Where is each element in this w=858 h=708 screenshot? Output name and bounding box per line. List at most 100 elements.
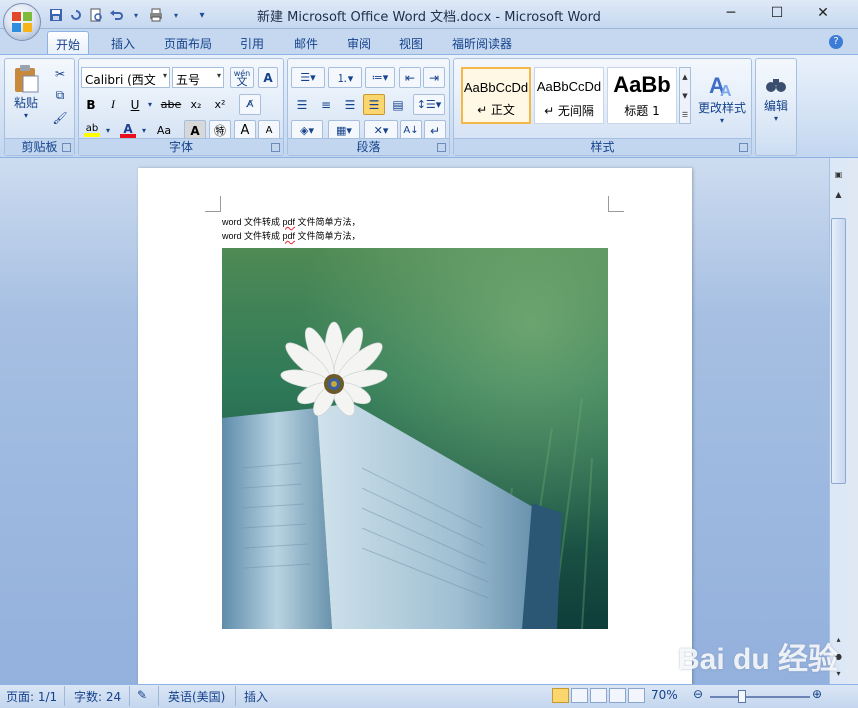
bullets-icon[interactable]: ☰▾ bbox=[291, 67, 325, 88]
print-preview-icon[interactable] bbox=[88, 7, 104, 23]
style-normal[interactable]: AaBbCcDd ↵ 正文 bbox=[461, 67, 531, 124]
align-center-icon[interactable]: ≡ bbox=[315, 94, 337, 115]
print-layout-view-icon[interactable] bbox=[552, 688, 569, 703]
scroll-down-page-icon[interactable]: ▾ bbox=[832, 667, 845, 680]
font-launcher-icon[interactable] bbox=[271, 143, 280, 152]
zoom-level[interactable]: 70% bbox=[651, 688, 678, 702]
scrollbar-thumb[interactable] bbox=[831, 218, 846, 484]
tab-mailings[interactable]: 邮件 bbox=[286, 31, 326, 54]
print-icon[interactable] bbox=[148, 7, 164, 23]
margin-corner-top-right bbox=[608, 196, 624, 212]
scroll-up-page-icon[interactable]: ▴ bbox=[832, 633, 845, 646]
document-page[interactable]: word 文件转成 pdf 文件简单方法， word 文件转成 pdf 文件简单… bbox=[138, 168, 692, 688]
status-bar: 页面: 1/1 字数: 24 ✎ 英语(美国) 插入 70% ⊖ ⊕ bbox=[0, 684, 858, 708]
increase-indent-icon[interactable]: ⇥ bbox=[423, 67, 445, 88]
clipboard-launcher-icon[interactable] bbox=[62, 143, 71, 152]
underline-button[interactable]: U bbox=[125, 94, 145, 115]
styles-group: AaBbCcDd ↵ 正文 AaBbCcDd ↵ 无间隔 AaBb 标题 1 ▲… bbox=[453, 58, 752, 156]
document-text-line[interactable]: word 文件转成 pdf 文件简单方法， bbox=[222, 229, 361, 242]
save-icon[interactable] bbox=[48, 7, 64, 23]
distributed-icon[interactable]: ▤ bbox=[387, 94, 409, 115]
proofing-icon[interactable]: ✎ bbox=[137, 688, 147, 702]
tab-references[interactable]: 引用 bbox=[232, 31, 272, 54]
tab-view[interactable]: 视图 bbox=[391, 31, 431, 54]
numbering-icon[interactable]: ⒈▾ bbox=[328, 67, 362, 88]
editing-dropdown-icon: ▾ bbox=[773, 114, 778, 123]
style-no-spacing[interactable]: AaBbCcDd ↵ 无间隔 bbox=[534, 67, 604, 124]
customize-qat-icon[interactable]: ▾ bbox=[194, 7, 210, 23]
margin-corner-top-left bbox=[205, 196, 221, 212]
phonetic-guide-button[interactable]: wén 文 bbox=[230, 67, 254, 88]
style-no-spacing-name: ↵ 无间隔 bbox=[544, 104, 594, 118]
language-indicator[interactable]: 英语(美国) bbox=[168, 688, 225, 705]
tab-home[interactable]: 开始 bbox=[47, 31, 90, 54]
change-styles-button[interactable]: AA 更改样式 ▾ bbox=[695, 65, 749, 131]
close-button[interactable]: ✕ bbox=[808, 2, 838, 24]
full-screen-reading-view-icon[interactable] bbox=[571, 688, 588, 703]
web-layout-view-icon[interactable] bbox=[590, 688, 607, 703]
decrease-indent-icon[interactable]: ⇤ bbox=[399, 67, 421, 88]
style-normal-sample: AaBbCcDd bbox=[463, 80, 529, 95]
bold-button[interactable]: B bbox=[81, 94, 101, 115]
zoom-slider-track[interactable] bbox=[710, 696, 810, 698]
styles-scroll[interactable]: ▲ ▼ ☰ bbox=[679, 67, 691, 124]
align-left-icon[interactable]: ☰ bbox=[291, 94, 313, 115]
paste-button[interactable]: 粘贴 ▾ bbox=[7, 61, 45, 123]
vertical-scrollbar[interactable]: ▣ ▲ ▴ ● ▾ bbox=[829, 158, 847, 684]
editing-label: 编辑 bbox=[763, 99, 788, 113]
zoom-out-icon[interactable]: ⊖ bbox=[693, 687, 703, 701]
page-count[interactable]: 页面: 1/1 bbox=[6, 688, 57, 705]
zoom-in-icon[interactable]: ⊕ bbox=[812, 687, 822, 701]
word-count[interactable]: 字数: 24 bbox=[74, 688, 121, 705]
line-spacing-icon[interactable]: ↕☰▾ bbox=[413, 94, 445, 115]
char-border-button[interactable]: A bbox=[258, 67, 278, 88]
align-right-icon[interactable]: ☰ bbox=[339, 94, 361, 115]
status-divider bbox=[64, 686, 65, 706]
font-name-dropdown-icon[interactable]: ▾ bbox=[163, 71, 167, 80]
help-icon[interactable]: ? bbox=[829, 35, 843, 49]
draft-view-icon[interactable] bbox=[628, 688, 645, 703]
undo-icon[interactable] bbox=[108, 7, 124, 23]
insert-mode[interactable]: 插入 bbox=[244, 688, 268, 705]
text-segment: word 文件转成 bbox=[222, 231, 283, 241]
ruler-toggle-icon[interactable]: ▣ bbox=[832, 168, 845, 181]
print-dropdown-icon[interactable]: ▾ bbox=[168, 7, 184, 23]
binoculars-icon bbox=[766, 79, 786, 92]
copy-icon[interactable]: ⧉ bbox=[50, 85, 70, 106]
justify-icon[interactable]: ☰ bbox=[363, 94, 385, 115]
underline-dropdown-icon[interactable]: ▾ bbox=[145, 94, 155, 115]
office-logo-icon bbox=[12, 12, 32, 32]
text-segment: 文件简单方法， bbox=[295, 217, 361, 227]
undo-dropdown-icon[interactable]: ▾ bbox=[128, 7, 144, 23]
editing-button[interactable]: 编辑 ▾ bbox=[758, 65, 794, 131]
styles-launcher-icon[interactable] bbox=[739, 143, 748, 152]
subscript-button[interactable]: x₂ bbox=[185, 94, 207, 115]
font-size-combo[interactable]: 五号 ▾ bbox=[172, 67, 224, 88]
zoom-slider-thumb[interactable] bbox=[738, 690, 746, 703]
inserted-image[interactable] bbox=[222, 248, 608, 629]
office-button[interactable] bbox=[3, 3, 41, 41]
maximize-button[interactable]: ☐ bbox=[762, 2, 792, 24]
font-name-combo[interactable]: Calibri (西文 ▾ bbox=[81, 67, 170, 88]
strikethrough-button[interactable]: abe bbox=[159, 94, 183, 115]
minimize-button[interactable]: ─ bbox=[716, 2, 746, 24]
format-painter-icon[interactable]: 🖌 bbox=[50, 107, 70, 128]
multilevel-list-icon[interactable]: ≔▾ bbox=[365, 67, 395, 88]
italic-button[interactable]: I bbox=[103, 94, 123, 115]
style-heading-1[interactable]: AaBb 标题 1 bbox=[607, 67, 677, 124]
tab-insert[interactable]: 插入 bbox=[103, 31, 143, 54]
tab-page-layout[interactable]: 页面布局 bbox=[156, 31, 220, 54]
spell-error-word: pdf bbox=[282, 231, 296, 241]
tab-review[interactable]: 审阅 bbox=[339, 31, 379, 54]
superscript-button[interactable]: x² bbox=[209, 94, 231, 115]
tab-foxit-reader[interactable]: 福昕阅读器 bbox=[444, 31, 520, 54]
outline-view-icon[interactable] bbox=[609, 688, 626, 703]
scroll-up-icon[interactable]: ▲ bbox=[832, 188, 845, 201]
select-browse-object-icon[interactable]: ● bbox=[832, 650, 845, 663]
clear-formatting-icon[interactable]: A̸ bbox=[239, 94, 261, 115]
cut-icon[interactable]: ✂ bbox=[50, 63, 70, 84]
undo-redo-icon[interactable] bbox=[68, 7, 84, 23]
paragraph-launcher-icon[interactable] bbox=[437, 143, 446, 152]
font-size-dropdown-icon[interactable]: ▾ bbox=[217, 71, 221, 80]
document-text-line[interactable]: word 文件转成 pdf 文件简单方法， bbox=[222, 215, 361, 228]
